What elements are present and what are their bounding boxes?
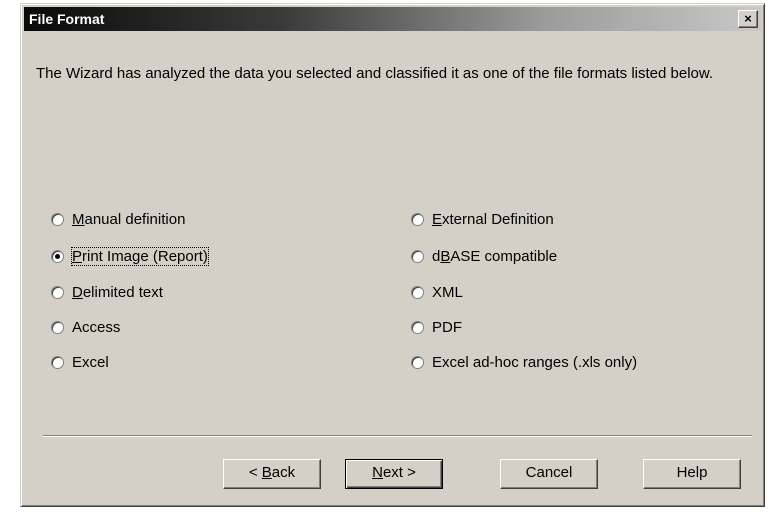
dialog-title: File Format [29,11,105,27]
radio-xml[interactable]: XML [411,282,463,302]
radio-circle-icon[interactable] [411,212,424,226]
back-button[interactable]: < Back [223,459,321,489]
radio-label: Manual definition [72,210,186,228]
radio-label: Access [72,318,121,336]
radio-circle-icon[interactable] [51,212,64,226]
radio-circle-icon[interactable] [411,355,424,369]
radio-label: Excel [72,353,109,371]
radio-external-definition[interactable]: External Definition [411,209,554,229]
radio-print-image-report[interactable]: Print Image (Report) [51,246,209,266]
radio-circle-icon[interactable] [51,320,64,334]
radio-circle-icon[interactable] [51,285,64,299]
radio-checked-icon[interactable] [51,249,64,263]
radio-label: Excel ad-hoc ranges (.xls only) [432,353,638,371]
radio-label: PDF [432,318,462,336]
file-format-dialog: File Format × The Wizard has analyzed th… [20,3,765,507]
close-button[interactable]: × [738,10,758,28]
cancel-button[interactable]: Cancel [500,459,598,489]
help-button[interactable]: Help [643,459,741,489]
radio-label: Delimited text [72,283,163,301]
radio-label: External Definition [432,210,554,228]
title-bar[interactable]: File Format × [24,7,761,31]
radio-label: XML [432,283,463,301]
radio-circle-icon[interactable] [411,249,424,263]
next-button[interactable]: Next > [345,459,443,489]
radio-circle-icon[interactable] [411,285,424,299]
radio-pdf[interactable]: PDF [411,317,462,337]
radio-access[interactable]: Access [51,317,120,337]
radio-manual-definition[interactable]: Manual definition [51,209,185,229]
radio-delimited-text[interactable]: Delimited text [51,282,163,302]
radio-circle-icon[interactable] [411,320,424,334]
radio-excel-adhoc-ranges[interactable]: Excel ad-hoc ranges (.xls only) [411,352,637,372]
close-icon: × [744,11,752,26]
radio-excel[interactable]: Excel [51,352,109,372]
separator-line [43,435,752,437]
radio-circle-icon[interactable] [51,355,64,369]
radio-label: dBASE compatible [432,247,558,265]
description-text: The Wizard has analyzed the data you sel… [36,65,714,82]
radio-label: Print Image (Report) [71,246,209,266]
radio-dbase-compatible[interactable]: dBASE compatible [411,246,557,266]
